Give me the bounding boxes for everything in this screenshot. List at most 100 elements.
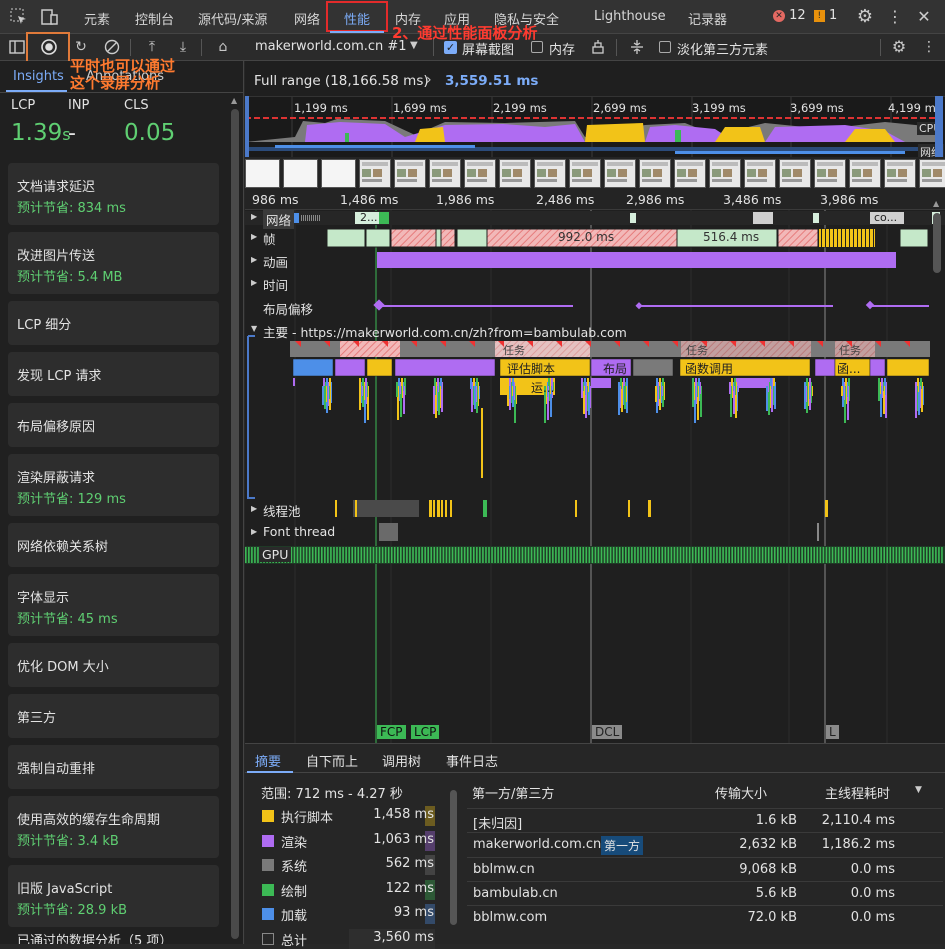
animation-track-expander-icon[interactable]: ▶ xyxy=(251,255,257,264)
col-header-transfer-size[interactable]: 传输大小 xyxy=(715,783,767,802)
screenshot-thumbnail[interactable] xyxy=(674,159,706,188)
download-icon[interactable]: ⤓ xyxy=(174,38,192,56)
screenshot-thumbnail[interactable] xyxy=(849,159,881,188)
table-row[interactable]: [未归因] 1.6 kB 2,110.4 ms xyxy=(467,808,943,832)
main-thread-expander-icon[interactable]: ▼ xyxy=(251,324,257,333)
selected-range-label[interactable]: 3,559.51 ms xyxy=(445,73,538,89)
overview-left-handle[interactable] xyxy=(245,96,249,158)
screenshot-thumbnail[interactable] xyxy=(321,159,356,188)
sidebar-scrollbar[interactable] xyxy=(231,109,239,939)
more-options-icon[interactable]: ⋮ xyxy=(920,38,938,56)
network-request-short-2[interactable]: co... xyxy=(874,211,897,224)
screenshot-thumbnail[interactable] xyxy=(499,159,531,188)
flame-function-call[interactable]: 函数调用 xyxy=(685,360,733,377)
insight-card[interactable]: 使用高效的缓存生命周期 预计节省: 3.4 kB xyxy=(8,796,219,858)
fcp-marker[interactable]: FCP xyxy=(377,725,406,739)
animation-track-label[interactable]: 动画 xyxy=(263,252,288,271)
gpu-track-label[interactable]: GPU xyxy=(259,547,292,562)
table-row[interactable]: bblmw.com 72.0 kB 0.0 ms xyxy=(467,905,943,929)
screenshot-thumbnail[interactable] xyxy=(814,159,846,188)
upload-icon[interactable]: ⤒ xyxy=(143,38,161,56)
insight-card[interactable]: 改进图片传送 预计节省: 5.4 MB xyxy=(8,232,219,294)
insight-card[interactable]: 布局偏移原因 xyxy=(8,403,219,447)
tab-summary[interactable]: 摘要 xyxy=(255,751,281,770)
more-options-icon[interactable]: ⋮ xyxy=(887,7,903,27)
dim-third-party-checkbox[interactable] xyxy=(659,41,671,53)
tab-recorder[interactable]: 记录器 xyxy=(688,9,727,28)
timings-track-expander-icon[interactable]: ▶ xyxy=(251,278,257,287)
thread-pool-expander-icon[interactable]: ▶ xyxy=(251,504,257,513)
insight-card[interactable]: 强制自动重排 xyxy=(8,745,219,789)
clear-icon[interactable] xyxy=(103,38,121,56)
timeline-overview[interactable]: CPU 网络 1,199 ms 1,699 ms 2,199 ms 2,699 ms 3… xyxy=(245,96,945,160)
frame-duration-1[interactable]: 992.0 ms xyxy=(558,230,614,244)
screenshot-thumbnail[interactable] xyxy=(604,159,636,188)
capture-settings-icon[interactable]: ⚙ xyxy=(890,38,908,56)
tab-performance[interactable]: 性能 xyxy=(344,9,370,28)
screenshot-thumbnail[interactable] xyxy=(359,159,391,188)
flame-task-1[interactable]: 任务 xyxy=(503,342,525,358)
tab-insights[interactable]: Insights xyxy=(13,69,64,84)
frames-track-label[interactable]: 帧 xyxy=(263,229,276,248)
insight-card[interactable]: 字体显示 预计节省: 45 ms xyxy=(8,574,219,636)
tracks-area[interactable]: ▶ 网络 2... co... ▶ 帧 992.0 ms 516.4 ms ▶ … xyxy=(245,210,945,743)
flame-task-3[interactable]: 任务 xyxy=(839,342,861,358)
record-button[interactable] xyxy=(40,38,58,56)
device-toolbar-icon[interactable] xyxy=(40,8,58,26)
tab-lighthouse[interactable]: Lighthouse xyxy=(594,9,666,24)
thread-pool-label[interactable]: 线程池 xyxy=(263,501,301,520)
tab-event-log[interactable]: 事件日志 xyxy=(446,751,498,770)
collapse-tracks-icon[interactable] xyxy=(628,38,646,56)
timeline-scrollbar[interactable] xyxy=(933,213,941,273)
scroll-up-icon[interactable]: ▲ xyxy=(933,199,939,208)
screenshot-thumbnail[interactable] xyxy=(884,159,916,188)
errors-counter[interactable]: ✕ 12 ! 1 xyxy=(773,8,837,26)
table-row[interactable]: bblmw.cn 9,068 kB 0.0 ms xyxy=(467,856,943,881)
dcl-marker[interactable]: DCL xyxy=(592,725,623,739)
insight-card[interactable]: 旧版 JavaScript 预计节省: 28.9 kB xyxy=(8,865,219,927)
frames-track-expander-icon[interactable]: ▶ xyxy=(251,232,257,241)
screenshot-thumbnail[interactable] xyxy=(245,159,280,188)
close-icon[interactable]: ✕ xyxy=(915,7,933,27)
network-track-label[interactable]: 网络 xyxy=(263,210,295,229)
full-range-label[interactable]: Full range (18,166.58 ms) xyxy=(254,73,429,89)
frame-duration-2[interactable]: 516.4 ms xyxy=(703,230,759,244)
screenshot-thumbnail[interactable] xyxy=(779,159,811,188)
tab-console[interactable]: 控制台 xyxy=(135,9,174,28)
screenshot-thumbnail[interactable] xyxy=(919,159,945,188)
network-request-short-1[interactable]: 2... xyxy=(360,211,378,224)
summary-scrollbar[interactable] xyxy=(450,790,457,925)
insight-card[interactable]: 优化 DOM 大小 xyxy=(8,643,219,687)
insight-card[interactable]: 渲染屏蔽请求 预计节省: 129 ms xyxy=(8,454,219,516)
inspect-element-icon[interactable] xyxy=(10,8,28,26)
insight-card[interactable]: LCP 细分 xyxy=(8,301,219,345)
lcp-marker[interactable]: LCP xyxy=(411,725,440,739)
overview-right-handle[interactable] xyxy=(935,96,943,158)
layout-shift-track-label[interactable]: 布局偏移 xyxy=(263,299,313,318)
screenshot-thumbnail[interactable] xyxy=(464,159,496,188)
main-thread-label[interactable]: 主要 - https://makerworld.com.cn/zh?from=b… xyxy=(263,322,627,341)
garbage-collect-icon[interactable] xyxy=(589,38,607,56)
tab-network[interactable]: 网络 xyxy=(294,9,320,28)
col-header-party[interactable]: 第一方/第三方 xyxy=(472,783,554,802)
screenshot-thumbnail[interactable] xyxy=(283,159,318,188)
table-row[interactable]: bambulab.cn 5.6 kB 0.0 ms xyxy=(467,880,943,905)
screenshot-thumbnail[interactable] xyxy=(569,159,601,188)
screenshots-strip[interactable] xyxy=(245,157,945,190)
flame-evaluate-script[interactable]: 评估脚本 xyxy=(507,360,555,377)
settings-gear-icon[interactable]: ⚙ xyxy=(855,7,875,27)
reload-record-icon[interactable]: ↻ xyxy=(72,38,90,56)
sort-descending-icon[interactable]: ▼ xyxy=(915,785,922,795)
screenshot-thumbnail[interactable] xyxy=(394,159,426,188)
load-marker[interactable]: L xyxy=(826,725,839,739)
timeline-panel[interactable]: Full range (18,166.58 ms) › 3,559.51 ms … xyxy=(245,61,945,743)
network-track-expander-icon[interactable]: ▶ xyxy=(251,212,257,221)
flame-task-2[interactable]: 任务 xyxy=(686,342,708,358)
table-row[interactable]: makerworld.com.cn 第一方 2,632 kB 1,186.2 ms xyxy=(467,832,943,856)
passed-insights-section[interactable]: 已通过的数据分析（5 项） xyxy=(8,926,219,944)
screenshot-thumbnail[interactable] xyxy=(709,159,741,188)
insight-card[interactable]: 文档请求延迟 预计节省: 834 ms xyxy=(8,163,219,225)
tab-elements[interactable]: 元素 xyxy=(84,9,110,28)
insight-card[interactable]: 发现 LCP 请求 xyxy=(8,352,219,396)
scroll-up-icon[interactable]: ▲ xyxy=(231,96,237,105)
